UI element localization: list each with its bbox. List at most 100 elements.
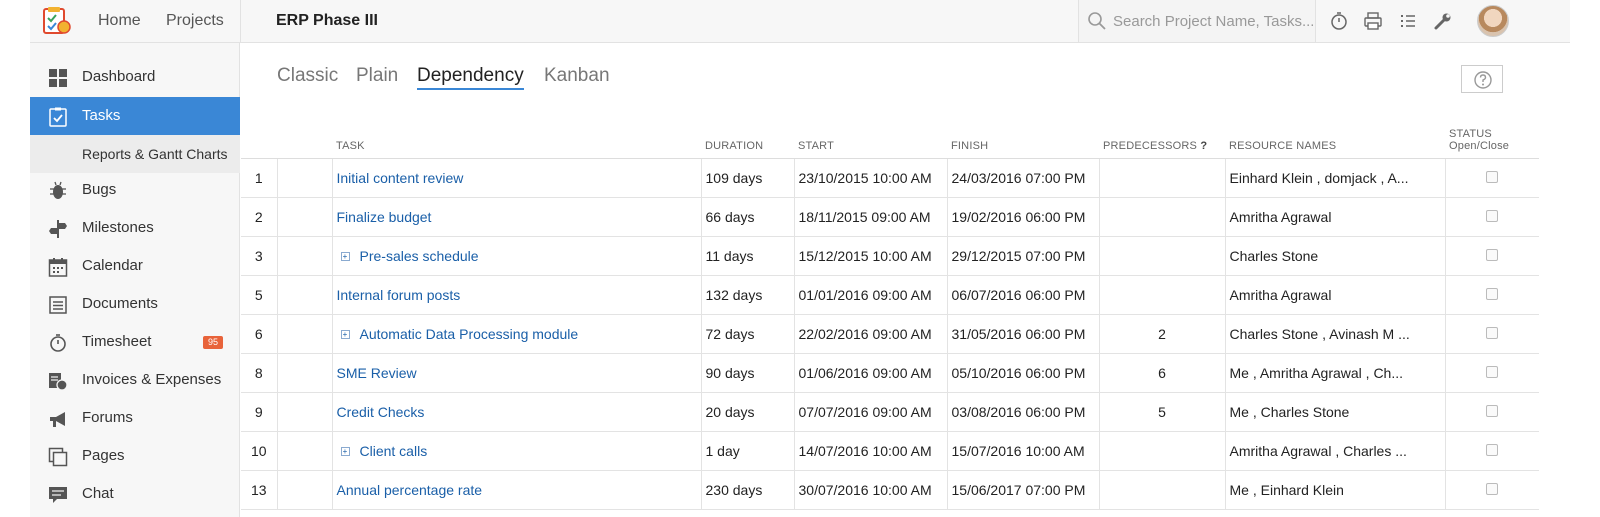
predecessors-cell[interactable]: [1099, 275, 1226, 315]
finish-cell[interactable]: 29/12/2015 07:00 PM: [947, 236, 1100, 276]
status-checkbox[interactable]: [1486, 170, 1499, 183]
duration-cell[interactable]: 72 days: [701, 314, 795, 354]
project-title[interactable]: ERP Phase III: [276, 0, 378, 42]
task-name-cell[interactable]: Annual percentage rate: [332, 470, 702, 510]
sidebar-item-pages[interactable]: Pages: [30, 437, 240, 475]
duration-cell[interactable]: 109 days: [701, 158, 795, 198]
search-box[interactable]: [1078, 0, 1316, 42]
finish-cell[interactable]: 31/05/2016 06:00 PM: [947, 314, 1100, 354]
duration-cell[interactable]: 20 days: [701, 392, 795, 432]
finish-cell[interactable]: 15/06/2017 07:00 PM: [947, 470, 1100, 510]
duration-cell[interactable]: 66 days: [701, 197, 795, 237]
timer-icon[interactable]: [1329, 11, 1349, 31]
task-name-cell[interactable]: + Pre-sales schedule: [332, 236, 702, 276]
table-row[interactable]: 6 + Automatic Data Processing module 72 day…: [241, 314, 1539, 354]
sidebar-item-dashboard[interactable]: Dashboard: [30, 58, 240, 96]
task-link[interactable]: Annual percentage rate: [337, 482, 483, 498]
predecessors-cell[interactable]: 5: [1099, 392, 1226, 432]
col-header-duration[interactable]: DURATION: [701, 125, 794, 159]
status-checkbox[interactable]: [1486, 248, 1499, 261]
task-name-cell[interactable]: Initial content review: [332, 158, 702, 198]
duration-cell[interactable]: 11 days: [701, 236, 795, 276]
duration-cell[interactable]: 132 days: [701, 275, 795, 315]
print-icon[interactable]: [1363, 11, 1383, 31]
sidebar-item-tasks[interactable]: Tasks: [30, 97, 240, 135]
task-name-cell[interactable]: Internal forum posts: [332, 275, 702, 315]
start-cell[interactable]: 14/07/2016 10:00 AM: [794, 431, 948, 471]
task-name-cell[interactable]: + Automatic Data Processing module: [332, 314, 702, 354]
col-header-resources[interactable]: RESOURCE NAMES: [1225, 125, 1445, 159]
sidebar-item-calendar[interactable]: Calendar: [30, 247, 240, 285]
task-link[interactable]: Initial content review: [337, 170, 464, 186]
col-header-predecessors[interactable]: PREDECESSORS ?: [1099, 125, 1225, 159]
resources-cell[interactable]: Charles Stone , Avinash M ...: [1225, 314, 1446, 354]
resources-cell[interactable]: Amritha Agrawal: [1225, 275, 1446, 315]
expand-icon[interactable]: +: [340, 330, 350, 340]
table-row[interactable]: 13 Annual percentage rate 230 days 30/07/20…: [241, 470, 1539, 510]
app-logo-icon[interactable]: [40, 5, 72, 37]
status-checkbox[interactable]: [1486, 482, 1499, 495]
col-header-start[interactable]: START: [794, 125, 947, 159]
task-name-cell[interactable]: Finalize budget: [332, 197, 702, 237]
table-row[interactable]: 8 SME Review 90 days 01/06/2016 09:00 AM 05/…: [241, 353, 1539, 393]
start-cell[interactable]: 22/02/2016 09:00 AM: [794, 314, 948, 354]
duration-cell[interactable]: 1 day: [701, 431, 795, 471]
predecessors-cell[interactable]: [1099, 236, 1226, 276]
resources-cell[interactable]: Charles Stone: [1225, 236, 1446, 276]
tab-dependency[interactable]: Dependency: [417, 65, 524, 90]
col-header-finish[interactable]: FINISH: [947, 125, 1099, 159]
expand-icon[interactable]: +: [340, 252, 350, 262]
duration-cell[interactable]: 230 days: [701, 470, 795, 510]
table-row[interactable]: 5 Internal forum posts 132 days 01/01/2016 …: [241, 275, 1539, 315]
nav-projects-link[interactable]: Projects: [166, 0, 224, 42]
start-cell[interactable]: 23/10/2015 10:00 AM: [794, 158, 948, 198]
sidebar-item-timesheet[interactable]: Timesheet 95: [30, 323, 240, 361]
expand-icon[interactable]: +: [340, 447, 350, 457]
resources-cell[interactable]: Me , Charles Stone: [1225, 392, 1446, 432]
sidebar-item-reports-gantt[interactable]: Reports & Gantt Charts: [30, 135, 240, 173]
list-view-icon[interactable]: [1398, 11, 1418, 31]
finish-cell[interactable]: 15/07/2016 10:00 AM: [947, 431, 1100, 471]
col-header-status[interactable]: STATUS Open/Close: [1445, 125, 1539, 159]
resources-cell[interactable]: Me , Amritha Agrawal , Ch...: [1225, 353, 1446, 393]
sidebar-item-forums[interactable]: Forums: [30, 399, 240, 437]
table-row[interactable]: 3 + Pre-sales schedule 11 days 15/12/2015 10…: [241, 236, 1539, 276]
start-cell[interactable]: 15/12/2015 10:00 AM: [794, 236, 948, 276]
task-link[interactable]: Client calls: [360, 443, 428, 459]
table-row[interactable]: 10 + Client calls 1 day 14/07/2016 10:00 AM 1…: [241, 431, 1539, 471]
sidebar-item-invoices[interactable]: Invoices & Expenses: [30, 361, 240, 399]
task-link[interactable]: Internal forum posts: [337, 287, 461, 303]
task-link[interactable]: Finalize budget: [337, 209, 432, 225]
task-name-cell[interactable]: Credit Checks: [332, 392, 702, 432]
tab-classic[interactable]: Classic: [277, 65, 338, 87]
start-cell[interactable]: 18/11/2015 09:00 AM: [794, 197, 948, 237]
predecessors-cell[interactable]: [1099, 470, 1226, 510]
tab-plain[interactable]: Plain: [356, 65, 398, 87]
table-row[interactable]: 1 Initial content review 109 days 23/10/201…: [241, 158, 1539, 198]
task-link[interactable]: SME Review: [337, 365, 417, 381]
duration-cell[interactable]: 90 days: [701, 353, 795, 393]
finish-cell[interactable]: 06/07/2016 06:00 PM: [947, 275, 1100, 315]
task-name-cell[interactable]: + Client calls: [332, 431, 702, 471]
help-button[interactable]: [1461, 65, 1503, 93]
task-name-cell[interactable]: SME Review: [332, 353, 702, 393]
status-checkbox[interactable]: [1486, 287, 1499, 300]
resources-cell[interactable]: Einhard Klein , domjack , A...: [1225, 158, 1446, 198]
status-checkbox[interactable]: [1486, 326, 1499, 339]
finish-cell[interactable]: 03/08/2016 06:00 PM: [947, 392, 1100, 432]
user-avatar[interactable]: [1477, 5, 1509, 37]
search-icon[interactable]: [1087, 11, 1107, 31]
sidebar-item-documents[interactable]: Documents: [30, 285, 240, 323]
finish-cell[interactable]: 24/03/2016 07:00 PM: [947, 158, 1100, 198]
finish-cell[interactable]: 19/02/2016 06:00 PM: [947, 197, 1100, 237]
resources-cell[interactable]: Me , Einhard Klein: [1225, 470, 1446, 510]
nav-home-link[interactable]: Home: [98, 0, 141, 42]
status-checkbox[interactable]: [1486, 443, 1499, 456]
status-checkbox[interactable]: [1486, 404, 1499, 417]
task-link[interactable]: Credit Checks: [337, 404, 425, 420]
table-row[interactable]: 9 Credit Checks 20 days 07/07/2016 09:00 AM…: [241, 392, 1539, 432]
sidebar-item-chat[interactable]: Chat: [30, 475, 240, 513]
start-cell[interactable]: 30/07/2016 10:00 AM: [794, 470, 948, 510]
search-input[interactable]: [1113, 10, 1313, 32]
table-row[interactable]: 2 Finalize budget 66 days 18/11/2015 09:00 …: [241, 197, 1539, 237]
